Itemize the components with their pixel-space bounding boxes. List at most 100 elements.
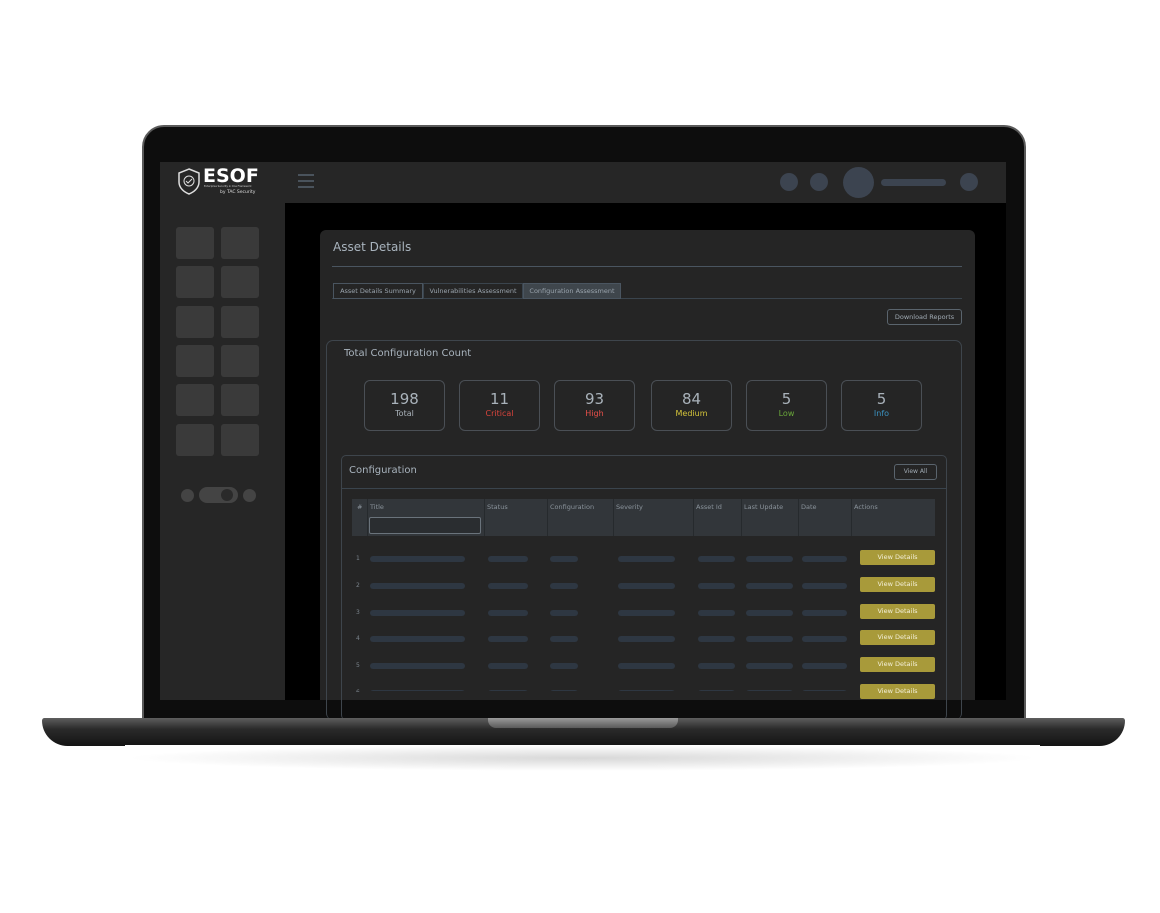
- loading-placeholder: [698, 636, 735, 643]
- loading-placeholder: [698, 556, 735, 562]
- column-divider: [367, 499, 368, 536]
- view-all-button[interactable]: View All: [894, 464, 937, 480]
- theme-toggle[interactable]: [199, 487, 238, 503]
- brand-by: by TAC Security: [220, 190, 256, 195]
- column-divider: [484, 499, 485, 536]
- loading-placeholder: [370, 663, 465, 670]
- loading-placeholder: [802, 582, 847, 589]
- column-header: Date: [801, 503, 817, 511]
- laptop-notch: [488, 718, 678, 728]
- loading-placeholder: [618, 609, 675, 616]
- sidebar-item[interactable]: [176, 227, 214, 259]
- download-reports-button[interactable]: Download Reports: [887, 309, 962, 325]
- sidebar: [160, 203, 285, 700]
- stat-info: 5 Info: [841, 380, 922, 431]
- loading-placeholder: [746, 636, 793, 643]
- dot-icon: [181, 489, 194, 502]
- sidebar-item[interactable]: [176, 345, 214, 377]
- row-number: 5: [356, 662, 360, 670]
- avatar[interactable]: [843, 167, 874, 198]
- loading-placeholder: [618, 636, 675, 643]
- top-bar: ESOF Enterprise Security in One Framewor…: [160, 162, 1006, 203]
- tab-vulnerabilities-assessment[interactable]: Vulnerabilities Assessment: [423, 283, 523, 299]
- loading-placeholder: [550, 636, 578, 643]
- stat-label: High: [585, 409, 604, 418]
- loading-placeholder: [488, 636, 528, 643]
- column-header: Configuration: [550, 503, 595, 511]
- column-header: Status: [487, 503, 508, 511]
- laptop-shadow: [125, 745, 1040, 771]
- row-number: 1: [356, 555, 360, 562]
- column-header: Severity: [616, 503, 643, 511]
- configuration-title: Configuration: [349, 465, 417, 476]
- brand-tagline: Enterprise Security in One Framework: [204, 185, 252, 188]
- brand-name: ESOF: [203, 165, 259, 187]
- column-header: Asset Id: [696, 503, 722, 511]
- settings-icon[interactable]: [810, 173, 828, 191]
- sidebar-item[interactable]: [176, 266, 214, 298]
- loading-placeholder: [618, 663, 675, 670]
- sidebar-item[interactable]: [176, 384, 214, 416]
- sidebar-item[interactable]: [176, 424, 214, 456]
- loading-placeholder: [370, 636, 465, 643]
- title-filter-input[interactable]: [369, 517, 481, 534]
- column-divider: [547, 499, 548, 536]
- row-number: 2: [356, 581, 360, 589]
- sidebar-item[interactable]: [221, 345, 259, 377]
- loading-placeholder: [488, 609, 528, 616]
- column-divider: [613, 499, 614, 536]
- stat-total: 198 Total: [364, 380, 445, 431]
- loading-placeholder: [698, 609, 735, 616]
- sidebar-item[interactable]: [176, 306, 214, 338]
- loading-placeholder: [488, 582, 528, 589]
- column-header: Actions: [854, 503, 878, 511]
- dot-icon: [243, 489, 256, 502]
- view-details-button[interactable]: View Details: [860, 630, 935, 646]
- user-name-placeholder: [881, 179, 946, 186]
- loading-placeholder: [370, 582, 465, 589]
- loading-placeholder: [698, 663, 735, 670]
- stat-low: 5 Low: [746, 380, 827, 431]
- view-details-button[interactable]: View Details: [860, 603, 935, 619]
- loading-placeholder: [698, 582, 735, 589]
- stat-label: Low: [778, 409, 795, 418]
- row-number: 3: [356, 608, 360, 616]
- column-divider: [851, 499, 852, 536]
- sidebar-item[interactable]: [221, 306, 259, 338]
- view-details-button[interactable]: View Details: [860, 550, 935, 565]
- loading-placeholder: [550, 609, 578, 616]
- sidebar-item[interactable]: [221, 266, 259, 298]
- loading-placeholder: [370, 609, 465, 616]
- loading-placeholder: [746, 556, 793, 562]
- user-menu-icon[interactable]: [960, 173, 978, 191]
- loading-placeholder: [802, 556, 847, 562]
- sidebar-item[interactable]: [221, 384, 259, 416]
- stat-value: 5: [781, 390, 792, 408]
- loading-placeholder: [746, 582, 793, 589]
- stat-critical: 11 Critical: [459, 380, 540, 431]
- sidebar-item[interactable]: [221, 424, 259, 456]
- sidebar-item[interactable]: [221, 227, 259, 259]
- stat-label: Total: [395, 409, 414, 418]
- column-header: Title: [370, 503, 384, 511]
- view-details-button[interactable]: View Details: [860, 576, 935, 592]
- tab-configuration-assessment[interactable]: Configuration Assessment: [523, 283, 621, 299]
- loading-placeholder: [370, 556, 465, 562]
- stat-label: Medium: [675, 409, 708, 418]
- stat-value: 198: [390, 390, 419, 408]
- loading-placeholder: [746, 663, 793, 670]
- hamburger-menu-icon[interactable]: [298, 174, 314, 188]
- column-divider: [798, 499, 799, 536]
- view-details-button[interactable]: View Details: [860, 657, 935, 673]
- notification-icon[interactable]: [780, 173, 798, 191]
- view-details-button[interactable]: View Details: [860, 684, 935, 699]
- loading-placeholder: [618, 556, 675, 562]
- loading-placeholder: [550, 556, 578, 562]
- column-divider: [693, 499, 694, 536]
- tab-asset-details-summary[interactable]: Asset Details Summary: [333, 283, 423, 299]
- column-header: #: [357, 503, 363, 511]
- page-title: Asset Details: [333, 240, 412, 254]
- summary-title: Total Configuration Count: [344, 348, 472, 359]
- stat-value: 84: [681, 390, 702, 408]
- loading-placeholder: [488, 556, 528, 562]
